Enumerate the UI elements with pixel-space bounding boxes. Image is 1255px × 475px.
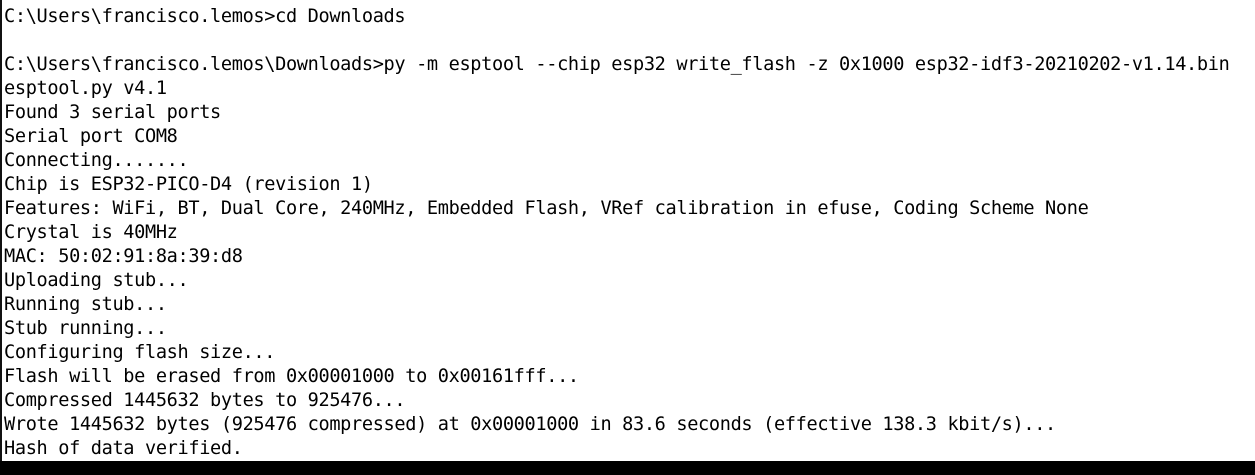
terminal-line-mac: MAC: 50:02:91:8a:39:d8 xyxy=(4,246,243,267)
terminal-line-serial-ports: Found 3 serial ports xyxy=(4,102,221,123)
terminal-line-chip: Chip is ESP32-PICO-D4 (revision 1) xyxy=(4,174,373,195)
terminal-line-cd-command: C:\Users\francisco.lemos>cd Downloads xyxy=(4,6,406,27)
terminal-bottom-strip xyxy=(0,461,1255,475)
terminal-line-compressed: Compressed 1445632 bytes to 925476... xyxy=(4,390,406,411)
terminal-line-stub-running: Stub running... xyxy=(4,318,167,339)
terminal-window[interactable]: C:\Users\francisco.lemos>cd Downloads C:… xyxy=(0,0,1255,475)
terminal-line-esptool-version: esptool.py v4.1 xyxy=(4,78,167,99)
window-left-border xyxy=(0,0,2,475)
terminal-line-features: Features: WiFi, BT, Dual Core, 240MHz, E… xyxy=(4,198,1089,219)
terminal-line-connecting: Connecting....... xyxy=(4,150,189,171)
terminal-line-hash-verified: Hash of data verified. xyxy=(4,438,243,459)
terminal-line-wrote: Wrote 1445632 bytes (925476 compressed) … xyxy=(4,414,1056,435)
terminal-line-configuring-flash: Configuring flash size... xyxy=(4,342,276,363)
terminal-line-erase-range: Flash will be erased from 0x00001000 to … xyxy=(4,366,579,387)
terminal-line-serial-port: Serial port COM8 xyxy=(4,126,178,147)
terminal-line-crystal: Crystal is 40MHz xyxy=(4,222,178,243)
terminal-line-uploading-stub: Uploading stub... xyxy=(4,270,189,291)
terminal-line-esptool-command: C:\Users\francisco.lemos\Downloads>py -m… xyxy=(4,54,1230,75)
terminal-line-running-stub: Running stub... xyxy=(4,294,167,315)
